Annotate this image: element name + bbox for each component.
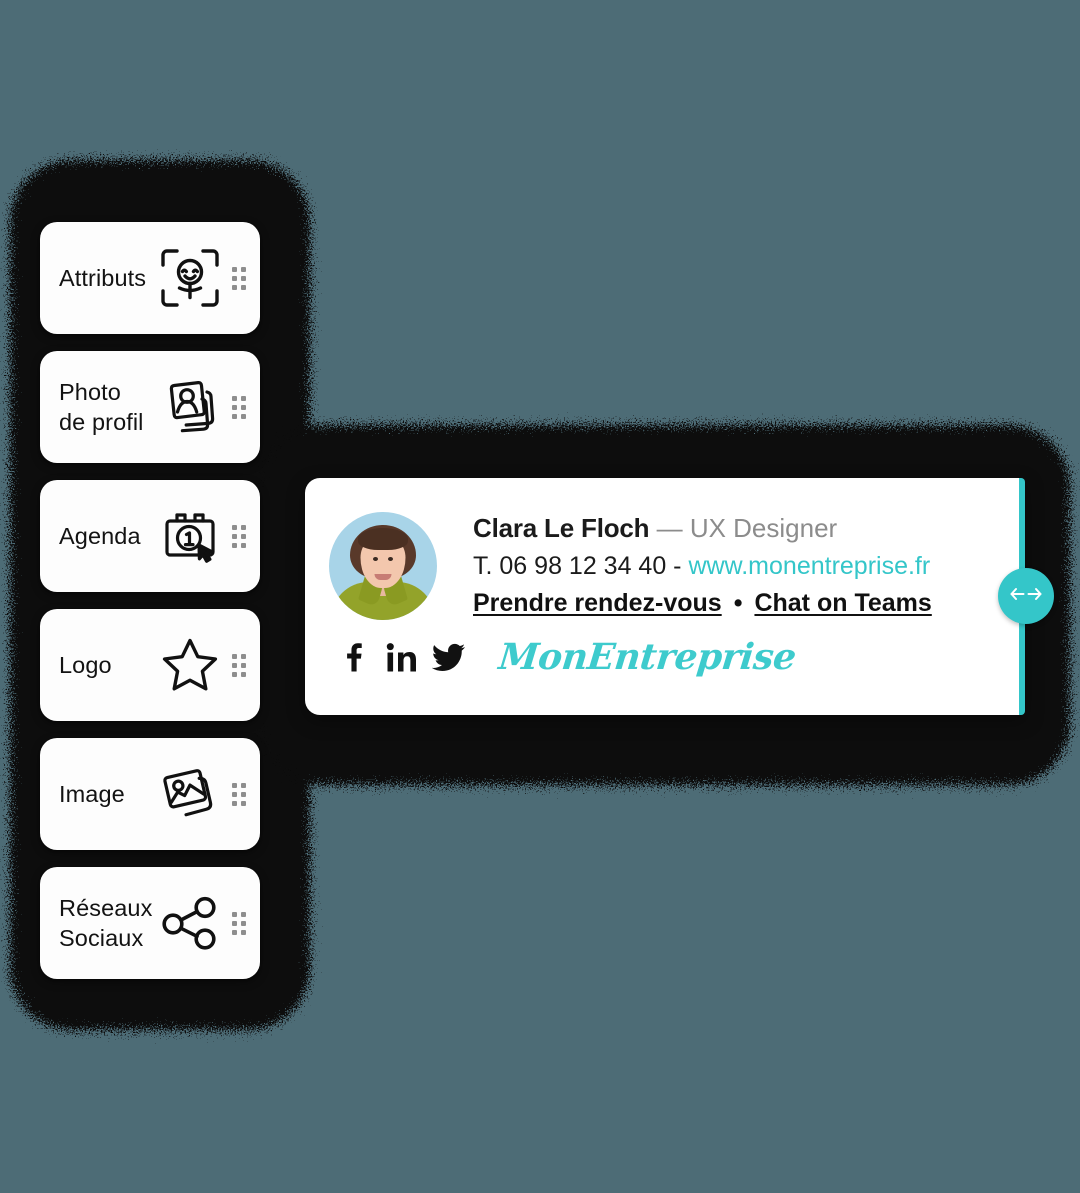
facebook-icon[interactable] bbox=[329, 642, 377, 672]
block-palette-sidebar: Attributs Photo de profil Agenda Logo Im… bbox=[40, 222, 260, 979]
signature-links-line: Prendre rendez-vous • Chat on Teams bbox=[473, 585, 1019, 623]
signature-social-row: MonEntreprise bbox=[329, 636, 1019, 678]
signature-phone-prefix: T. bbox=[473, 551, 500, 580]
star-icon bbox=[151, 635, 232, 695]
images-icon bbox=[151, 764, 232, 824]
link-separator: • bbox=[733, 588, 743, 617]
link-chat-on-teams[interactable]: Chat on Teams bbox=[754, 589, 931, 617]
sidebar-item-label: Réseaux Sociaux bbox=[59, 894, 153, 951]
left-right-arrows-icon bbox=[1009, 585, 1043, 608]
calendar-click-icon bbox=[151, 505, 232, 567]
signature-preview-card[interactable]: Clara Le Floch — UX Designer T. 06 98 12… bbox=[305, 478, 1025, 715]
link-prendre-rendez-vous[interactable]: Prendre rendez-vous bbox=[473, 589, 722, 617]
linkedin-icon[interactable] bbox=[377, 642, 425, 672]
drag-handle-icon[interactable] bbox=[232, 266, 246, 290]
sidebar-item-logo[interactable]: Logo bbox=[40, 609, 260, 721]
sidebar-item-label: Agenda bbox=[59, 522, 141, 549]
signature-phone-web-separator: - bbox=[666, 551, 689, 580]
drag-handle-icon[interactable] bbox=[232, 911, 246, 935]
sidebar-item-attributs[interactable]: Attributs bbox=[40, 222, 260, 334]
sidebar-item-label: Logo bbox=[59, 651, 112, 678]
sidebar-item-photo-de-profil[interactable]: Photo de profil bbox=[40, 351, 260, 463]
drag-handle-icon[interactable] bbox=[232, 524, 246, 548]
drag-handle-icon[interactable] bbox=[232, 782, 246, 806]
resize-width-handle[interactable] bbox=[998, 568, 1054, 624]
signature-name: Clara Le Floch bbox=[473, 513, 650, 543]
share-network-icon bbox=[151, 893, 232, 953]
avatar bbox=[329, 512, 437, 620]
sidebar-item-agenda[interactable]: Agenda bbox=[40, 480, 260, 592]
company-logo-text: MonEntreprise bbox=[496, 636, 798, 679]
sidebar-item-label: Photo de profil bbox=[59, 378, 144, 435]
sidebar-item-image[interactable]: Image bbox=[40, 738, 260, 850]
twitter-icon[interactable] bbox=[425, 642, 473, 672]
signature-role: UX Designer bbox=[689, 513, 838, 543]
signature-text-block: Clara Le Floch — UX Designer T. 06 98 12… bbox=[473, 508, 1019, 622]
drag-handle-icon[interactable] bbox=[232, 395, 246, 419]
sidebar-item-reseaux-sociaux[interactable]: Réseaux Sociaux bbox=[40, 867, 260, 979]
drag-handle-icon[interactable] bbox=[232, 653, 246, 677]
sidebar-item-label: Attributs bbox=[59, 264, 147, 291]
signature-top-row: Clara Le Floch — UX Designer T. 06 98 12… bbox=[329, 508, 1019, 622]
person-frame-icon bbox=[151, 247, 232, 309]
signature-contact-line: T. 06 98 12 34 40 - www.monentreprise.fr bbox=[473, 547, 1019, 585]
signature-website-link[interactable]: www.monentreprise.fr bbox=[688, 552, 930, 580]
profile-photo-icon bbox=[151, 378, 232, 436]
sidebar-item-label: Image bbox=[59, 780, 125, 807]
signature-identity-line: Clara Le Floch — UX Designer bbox=[473, 510, 1019, 547]
signature-phone: 06 98 12 34 40 bbox=[499, 551, 667, 580]
signature-dash: — bbox=[649, 513, 690, 543]
